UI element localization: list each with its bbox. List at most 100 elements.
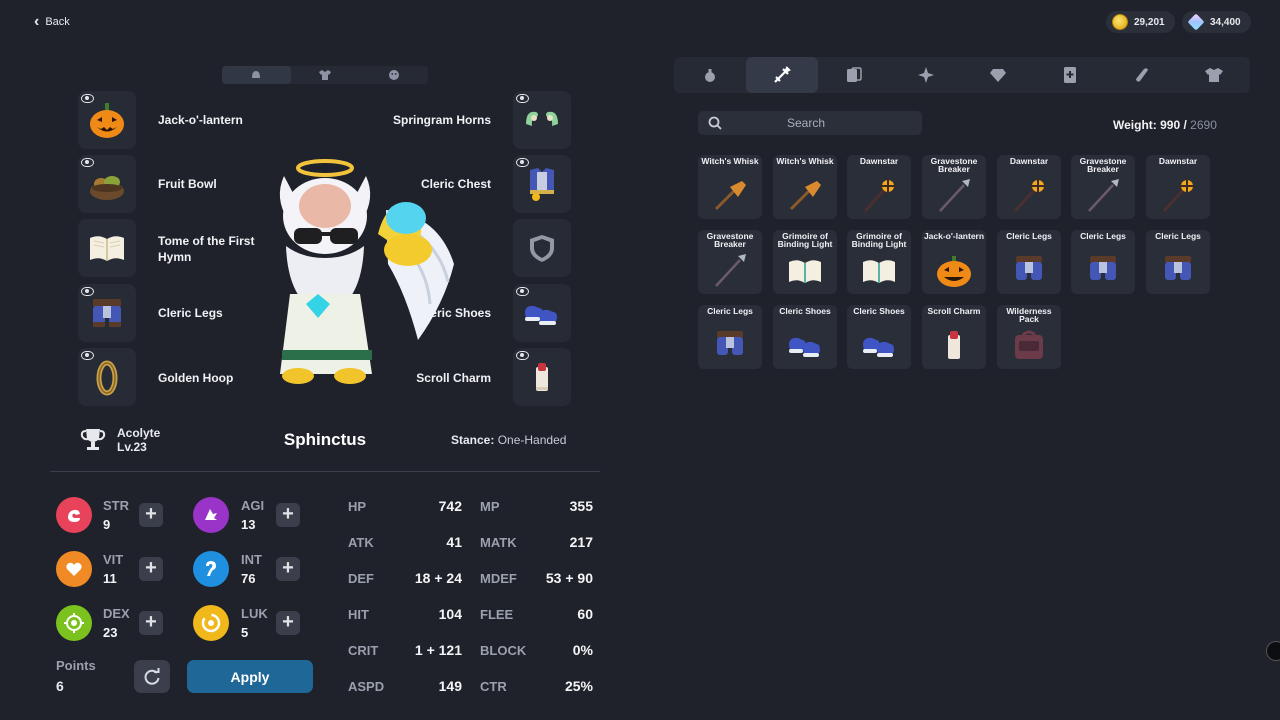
inventory-item[interactable]: Cleric Legs xyxy=(1071,230,1135,294)
chevron-left-icon: ‹ xyxy=(34,13,40,30)
inventory-item[interactable]: Witch's Whisk xyxy=(773,155,837,219)
stat-name: DEX xyxy=(103,606,130,621)
vit-plus-button[interactable]: + xyxy=(139,557,163,581)
agi-plus-button[interactable]: + xyxy=(276,503,300,527)
equip-slot-accessory-right[interactable] xyxy=(513,348,571,406)
int-plus-button[interactable]: + xyxy=(276,557,300,581)
weight-indicator: Weight: 990 / 2690 xyxy=(1113,118,1217,132)
item-name: Cleric Legs xyxy=(1006,231,1052,241)
inventory-item[interactable]: Jack-o'-lantern xyxy=(922,230,986,294)
class-name: Acolyte xyxy=(117,426,161,440)
equip-label: Golden Hoop xyxy=(158,371,234,385)
sub-stat-name: MATK xyxy=(480,535,517,550)
spear-icon xyxy=(715,254,746,287)
inventory-item[interactable]: Dawnstar xyxy=(997,155,1061,219)
equip-slot-head-upper-right[interactable] xyxy=(513,91,571,149)
sub-stat-name: ATK xyxy=(348,535,374,550)
dex-icon xyxy=(56,605,92,641)
weight-label: Weight: xyxy=(1113,118,1157,132)
inventory-item[interactable]: Cleric Shoes xyxy=(847,305,911,369)
stance-info: Stance: One-Handed xyxy=(451,433,566,447)
stat-name: LUK xyxy=(241,606,268,621)
equip-slot-shoes[interactable] xyxy=(513,284,571,342)
gold-amount: 29,201 xyxy=(1134,16,1165,28)
back-button[interactable]: ‹ Back xyxy=(34,12,70,32)
tab-scrolls[interactable] xyxy=(1106,57,1178,93)
inventory-item[interactable]: Dawnstar xyxy=(1146,155,1210,219)
item-name: Gravestone Breaker xyxy=(706,231,754,249)
equip-label: Jack-o'-lantern xyxy=(158,113,243,127)
inventory-item[interactable]: Grimoire of Binding Light xyxy=(847,230,911,294)
tab-materials[interactable] xyxy=(890,57,962,93)
tome-icon xyxy=(789,260,821,283)
inventory-item[interactable]: Cleric Legs xyxy=(698,305,762,369)
stat-value: 5 xyxy=(241,625,249,640)
sub-stat-name: MP xyxy=(480,499,500,514)
search-icon xyxy=(708,116,722,130)
cleric-legs-icon xyxy=(93,299,121,327)
tab-gems[interactable] xyxy=(962,57,1034,93)
trophy-class-icon xyxy=(80,429,106,450)
side-panel-handle[interactable] xyxy=(1266,641,1280,661)
luk-plus-button[interactable]: + xyxy=(276,611,300,635)
item-name: Cleric Shoes xyxy=(779,306,831,316)
equip-slot-shield[interactable] xyxy=(513,219,571,277)
str-plus-button[interactable]: + xyxy=(139,503,163,527)
tab-weapons[interactable] xyxy=(746,57,818,93)
inventory-item[interactable]: Cleric Shoes xyxy=(773,305,837,369)
weight-max: 2690 xyxy=(1190,118,1217,132)
sub-stat-value: 53 + 90 xyxy=(545,570,593,586)
potion-icon xyxy=(705,69,715,82)
tab-equipment[interactable] xyxy=(222,66,291,84)
tab-books[interactable] xyxy=(1034,57,1106,93)
apply-button[interactable]: Apply xyxy=(187,660,313,693)
inventory-item[interactable]: Witch's Whisk xyxy=(698,155,762,219)
equip-slot-legs[interactable] xyxy=(78,284,136,342)
reset-button[interactable] xyxy=(134,660,170,693)
cleric-legs-icon xyxy=(1090,256,1116,280)
item-name: Dawnstar xyxy=(859,156,899,166)
back-label: Back xyxy=(45,16,70,28)
equip-slot-accessory-left[interactable] xyxy=(78,348,136,406)
tab-consumables[interactable] xyxy=(674,57,746,93)
broom-icon xyxy=(714,181,746,211)
item-name: Scroll Charm xyxy=(927,306,981,316)
equip-slot-head-top[interactable] xyxy=(78,91,136,149)
inventory-item[interactable]: Scroll Charm xyxy=(922,305,986,369)
inventory-item[interactable]: Cleric Legs xyxy=(1146,230,1210,294)
tab-cards[interactable] xyxy=(818,57,890,93)
sub-stat-value: 217 xyxy=(569,534,593,550)
item-name: Cleric Shoes xyxy=(853,306,905,316)
dex-plus-button[interactable]: + xyxy=(139,611,163,635)
inventory-item[interactable]: Cleric Legs xyxy=(997,230,1061,294)
inventory-item[interactable]: Grimoire of Binding Light xyxy=(773,230,837,294)
inventory-item[interactable]: Dawnstar xyxy=(847,155,911,219)
tab-appearance[interactable] xyxy=(359,66,428,84)
morningstar-icon xyxy=(1162,178,1195,213)
sub-stat-name: BLOCK xyxy=(480,643,527,658)
equip-slot-head-mid[interactable] xyxy=(78,155,136,213)
equip-slot-offhand[interactable] xyxy=(78,219,136,277)
inventory-item[interactable]: Wilderness Pack xyxy=(997,305,1061,369)
search-input[interactable] xyxy=(728,111,918,135)
inventory-item[interactable]: Gravestone Breaker xyxy=(922,155,986,219)
tab-costume[interactable] xyxy=(291,66,360,84)
item-name: Witch's Whisk xyxy=(776,156,834,166)
sub-stat-value: 25% xyxy=(564,678,593,694)
scroll-charm-icon xyxy=(948,331,960,359)
spear-icon xyxy=(939,179,970,212)
equip-label: Fruit Bowl xyxy=(158,177,217,191)
inventory-item[interactable]: Gravestone Breaker xyxy=(698,230,762,294)
weapon-icon xyxy=(774,66,791,83)
weight-current: 990 xyxy=(1160,118,1181,132)
costume-icon xyxy=(1205,68,1223,82)
points-value: 6 xyxy=(56,678,64,694)
stat-name: INT xyxy=(241,552,262,567)
class-info: Acolyte Lv.23 xyxy=(117,426,160,454)
inventory-item[interactable]: Gravestone Breaker xyxy=(1071,155,1135,219)
equip-slot-chest[interactable] xyxy=(513,155,571,213)
cleric-chest-icon xyxy=(530,168,554,201)
broom-icon xyxy=(789,181,821,211)
item-name: Dawnstar xyxy=(1158,156,1198,166)
tab-costumes[interactable] xyxy=(1178,57,1250,93)
